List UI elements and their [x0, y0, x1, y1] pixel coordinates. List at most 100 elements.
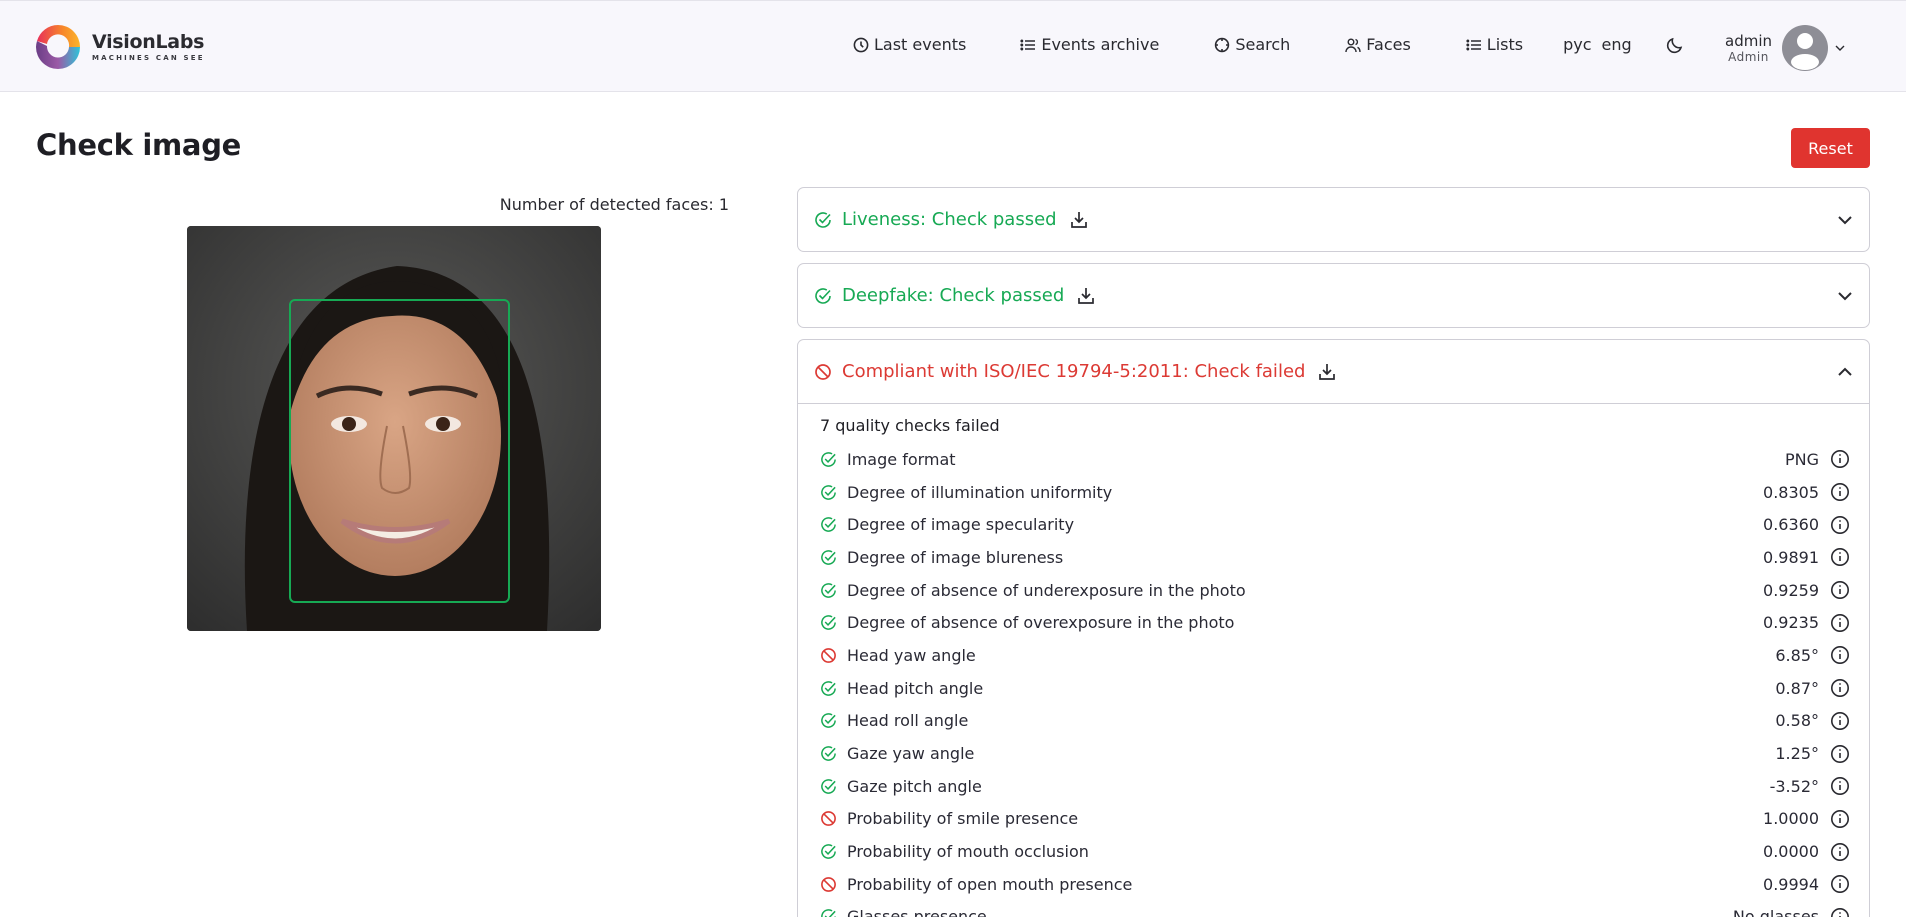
face-bounding-box[interactable] — [289, 299, 510, 603]
chevron-down-icon[interactable] — [1835, 210, 1855, 230]
check-value: PNG — [1785, 450, 1819, 469]
page-title: Check image — [36, 128, 241, 162]
accordion-title: Liveness: Check passed — [842, 209, 1057, 230]
nav-label: Last events — [874, 35, 966, 54]
info-icon[interactable] — [1830, 449, 1850, 469]
check-value: -3.52° — [1770, 777, 1819, 796]
list-icon — [1466, 37, 1482, 53]
info-icon[interactable] — [1830, 482, 1850, 502]
download-icon[interactable] — [1076, 286, 1096, 306]
nav-events-archive[interactable]: Events archive — [1020, 35, 1159, 54]
chevron-down-icon[interactable] — [1835, 286, 1855, 306]
check-label: Degree of image specularity — [847, 515, 1074, 534]
accordion-deepfake: Deepfake: Check passed — [797, 263, 1870, 328]
quality-check-row: Head roll angle 0.58° — [820, 705, 1869, 738]
check-circle-icon — [820, 908, 837, 917]
list-icon — [1020, 37, 1036, 53]
check-circle-icon — [814, 211, 832, 229]
check-value: 0.9235 — [1763, 613, 1819, 632]
check-circle-icon — [820, 484, 837, 501]
clock-icon — [853, 37, 869, 53]
quality-check-row: Glasses presence No glasses — [820, 901, 1869, 917]
nav-faces[interactable]: Faces — [1345, 35, 1411, 54]
moon-icon[interactable] — [1666, 36, 1684, 54]
check-circle-icon — [820, 582, 837, 599]
check-circle-icon — [820, 843, 837, 860]
check-label: Head roll angle — [847, 711, 968, 730]
quality-check-row: Head pitch angle 0.87° — [820, 672, 1869, 705]
download-icon[interactable] — [1069, 210, 1089, 230]
check-circle-icon — [820, 614, 837, 631]
user-menu[interactable]: admin Admin — [1725, 25, 1846, 71]
check-value: No glasses — [1733, 907, 1819, 917]
crosshair-icon — [1214, 37, 1230, 53]
quality-check-row: Head yaw angle 6.85° — [820, 639, 1869, 672]
check-circle-icon — [820, 451, 837, 468]
download-icon[interactable] — [1317, 362, 1337, 382]
check-circle-icon — [820, 549, 837, 566]
chevron-down-icon[interactable] — [1834, 42, 1846, 54]
info-icon[interactable] — [1830, 809, 1850, 829]
check-value: 0.8305 — [1763, 483, 1819, 502]
reset-button[interactable]: Reset — [1791, 128, 1870, 168]
nav-label: Events archive — [1041, 35, 1159, 54]
check-label: Probability of mouth occlusion — [847, 842, 1089, 861]
info-icon[interactable] — [1830, 613, 1850, 633]
nav-label: Lists — [1487, 35, 1523, 54]
quality-check-row: Degree of absence of underexposure in th… — [820, 574, 1869, 607]
lang-en[interactable]: eng — [1602, 35, 1632, 54]
detected-faces-count: Number of detected faces: 1 — [500, 195, 729, 214]
visionlabs-logo-icon — [35, 24, 81, 70]
quality-check-row: Degree of illumination uniformity 0.8305 — [820, 476, 1869, 509]
info-icon[interactable] — [1830, 874, 1850, 894]
check-circle-icon — [820, 745, 837, 762]
brand-tagline: MACHINES CAN SEE — [92, 54, 205, 62]
brand-name: VisionLabs — [92, 32, 205, 52]
quality-check-row: Probability of open mouth presence 0.999… — [820, 868, 1869, 901]
brand-logo[interactable]: VisionLabs MACHINES CAN SEE — [35, 24, 205, 70]
info-icon[interactable] — [1830, 580, 1850, 600]
quality-check-row: Gaze pitch angle -3.52° — [820, 770, 1869, 803]
chevron-up-icon[interactable] — [1835, 362, 1855, 382]
info-icon[interactable] — [1830, 678, 1850, 698]
check-value: 0.9891 — [1763, 548, 1819, 567]
check-circle-icon — [820, 516, 837, 533]
info-icon[interactable] — [1830, 842, 1850, 862]
top-header: VisionLabs MACHINES CAN SEE Last events … — [0, 0, 1906, 92]
check-label: Gaze pitch angle — [847, 777, 982, 796]
info-icon[interactable] — [1830, 645, 1850, 665]
prohibited-icon — [820, 876, 837, 893]
info-icon[interactable] — [1830, 547, 1850, 567]
check-value: 0.9259 — [1763, 581, 1819, 600]
info-icon[interactable] — [1830, 744, 1850, 764]
check-label: Degree of illumination uniformity — [847, 483, 1112, 502]
check-value: 0.87° — [1775, 679, 1819, 698]
check-value: 0.0000 — [1763, 842, 1819, 861]
info-icon[interactable] — [1830, 711, 1850, 731]
info-icon[interactable] — [1830, 907, 1850, 917]
quality-checks-list: Image format PNG Degree of illumination … — [820, 443, 1869, 917]
avatar[interactable] — [1782, 25, 1828, 71]
accordion-liveness: Liveness: Check passed — [797, 187, 1870, 252]
check-label: Degree of absence of overexposure in the… — [847, 613, 1234, 632]
check-value: 1.0000 — [1763, 809, 1819, 828]
check-label: Head pitch angle — [847, 679, 983, 698]
check-circle-icon — [820, 680, 837, 697]
check-label: Gaze yaw angle — [847, 744, 974, 763]
nav-search[interactable]: Search — [1214, 35, 1290, 54]
accordion-iso-header[interactable]: Compliant with ISO/IEC 19794-5:2011: Che… — [798, 340, 1869, 403]
check-circle-icon — [814, 287, 832, 305]
check-label: Probability of open mouth presence — [847, 875, 1132, 894]
accordion-liveness-header[interactable]: Liveness: Check passed — [798, 188, 1869, 251]
check-label: Glasses presence — [847, 907, 987, 917]
nav-lists[interactable]: Lists — [1466, 35, 1523, 54]
accordion-iso-body: 7 quality checks failed Image format PNG… — [798, 403, 1869, 917]
accordion-deepfake-header[interactable]: Deepfake: Check passed — [798, 264, 1869, 327]
info-icon[interactable] — [1830, 776, 1850, 796]
check-label: Image format — [847, 450, 956, 469]
info-icon[interactable] — [1830, 515, 1850, 535]
nav-last-events[interactable]: Last events — [853, 35, 966, 54]
lang-ru[interactable]: рус — [1563, 35, 1591, 54]
check-label: Degree of image blureness — [847, 548, 1063, 567]
user-avatar-icon — [1782, 25, 1828, 71]
